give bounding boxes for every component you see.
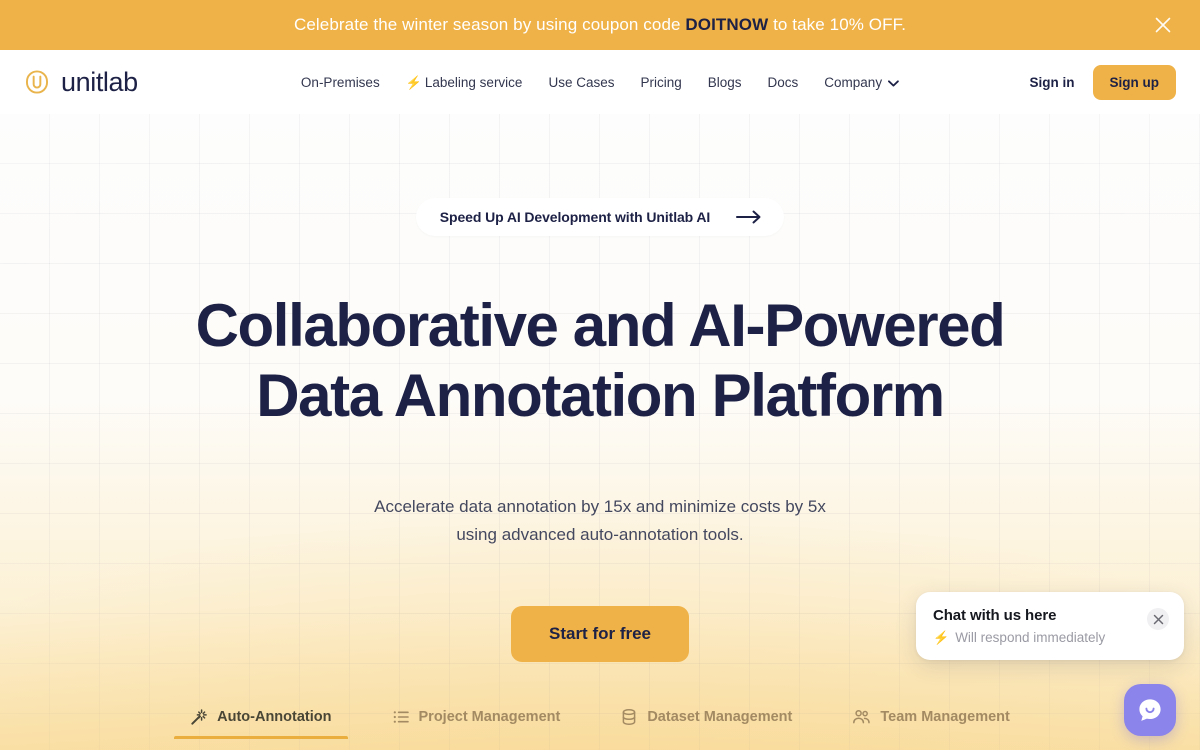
close-icon[interactable]: [1147, 608, 1169, 630]
nav-item-label: On-Premises: [300, 74, 380, 90]
nav-item-docs[interactable]: Docs: [768, 75, 799, 90]
promo-text-after: to take 10% OFF.: [768, 15, 907, 34]
promo-text-before: Celebrate the winter season by using cou…: [293, 15, 686, 34]
chevron-down-icon: [888, 75, 899, 90]
nav-item-label: Blogs: [707, 74, 742, 90]
nav-item-blogs[interactable]: Blogs: [708, 75, 742, 90]
hero-pill-label: Speed Up AI Development with Unitlab AI: [439, 209, 711, 225]
tab-label: Team Management: [880, 709, 1010, 725]
list-icon: [392, 708, 410, 726]
chat-bubble-icon: [1139, 699, 1161, 721]
sign-in-link[interactable]: Sign in: [1030, 75, 1075, 90]
nav-item-company[interactable]: Company: [824, 75, 899, 90]
chat-prompt-subtitle-row: ⚡ Will respond immediately: [933, 630, 1167, 645]
sign-up-button[interactable]: Sign up: [1092, 64, 1176, 100]
nav-item-label: Company: [824, 74, 883, 90]
nav-item-on-premises[interactable]: On-Premises: [301, 75, 380, 90]
nav-item-labeling-service[interactable]: ⚡ Labeling service: [406, 75, 523, 90]
close-icon[interactable]: [1148, 10, 1178, 40]
start-for-free-button[interactable]: Start for free: [510, 605, 690, 662]
nav-item-label: Docs: [767, 74, 799, 90]
hero-title-line-2: Data Annotation Platform: [256, 362, 945, 430]
promo-banner-text: Celebrate the winter season by using cou…: [294, 15, 906, 35]
main-nav: On-Premises ⚡ Labeling service Use Cases…: [301, 75, 899, 90]
brand-name: unitlab: [61, 66, 138, 97]
tab-label: Auto-Annotation: [217, 709, 332, 725]
unitlab-logo-icon: [25, 70, 49, 94]
promo-banner: Celebrate the winter season by using cou…: [0, 0, 1200, 50]
database-icon: [620, 708, 638, 726]
tab-team-management[interactable]: Team Management: [822, 708, 1039, 739]
tab-auto-annotation[interactable]: Auto-Annotation: [160, 708, 361, 739]
chat-launcher-button[interactable]: [1124, 684, 1176, 736]
feature-tabs: Auto-Annotation Project Management Datas…: [0, 708, 1200, 750]
hero-subtitle: Accelerate data annotation by 15x and mi…: [0, 493, 1200, 547]
lightning-bolt-icon: ⚡: [933, 630, 950, 645]
tab-label: Project Management: [418, 709, 561, 725]
promo-coupon-code: DOITNOW: [685, 15, 769, 34]
tab-label: Dataset Management: [647, 709, 793, 725]
magic-wand-icon: [190, 708, 208, 726]
chat-prompt-subtitle: Will respond immediately: [955, 630, 1106, 645]
brand-logo[interactable]: unitlab: [24, 66, 138, 97]
nav-item-pricing[interactable]: Pricing: [640, 75, 681, 90]
arrow-right-icon: [736, 210, 762, 224]
hero-announcement-pill[interactable]: Speed Up AI Development with Unitlab AI: [415, 198, 785, 236]
chat-prompt-title: Chat with us here: [933, 607, 1057, 624]
lightning-bolt-icon: ⚡: [405, 74, 422, 90]
people-icon: [852, 708, 871, 726]
hero-section: Speed Up AI Development with Unitlab AI …: [0, 114, 1200, 750]
nav-item-use-cases[interactable]: Use Cases: [548, 75, 614, 90]
nav-item-label: Pricing: [640, 74, 682, 90]
chat-prompt-card: Chat with us here ⚡ Will respond immedia…: [916, 592, 1184, 660]
landing-page: Celebrate the winter season by using cou…: [0, 0, 1200, 750]
hero-subtitle-line-2: using advanced auto-annotation tools.: [456, 524, 744, 544]
header-actions: Sign in Sign up: [1030, 64, 1176, 100]
hero-content: Speed Up AI Development with Unitlab AI …: [0, 114, 1200, 662]
hero-subtitle-line-1: Accelerate data annotation by 15x and mi…: [374, 497, 826, 517]
hero-title-line-1: Collaborative and AI-Powered: [195, 292, 1006, 359]
nav-item-label: Labeling service: [424, 74, 523, 90]
nav-item-label: Use Cases: [548, 74, 615, 90]
tab-project-management[interactable]: Project Management: [362, 708, 591, 739]
page-title: Collaborative and AI-Powered Data Annota…: [0, 291, 1200, 431]
site-header: unitlab On-Premises ⚡ Labeling service U…: [0, 50, 1200, 114]
tab-dataset-management[interactable]: Dataset Management: [590, 708, 822, 739]
